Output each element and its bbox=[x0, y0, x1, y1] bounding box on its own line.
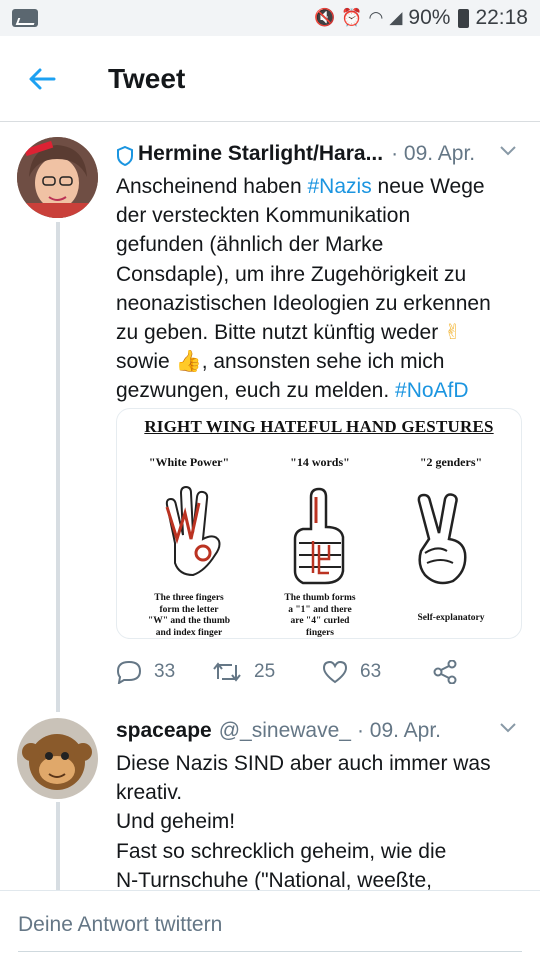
share-button[interactable] bbox=[432, 660, 470, 684]
display-name[interactable]: spaceape bbox=[116, 719, 212, 743]
text-line: gezwungen, euch zu melden. #NoAfD bbox=[116, 379, 469, 403]
tweet-meta: Hermine Starlight/Hara... · 09. Apr. bbox=[116, 139, 526, 169]
text-line: Und geheim! bbox=[116, 810, 236, 834]
gesture-caption: The thumb forms a "1" and there are "4" … bbox=[284, 593, 356, 638]
text-line: kreativ. bbox=[116, 781, 183, 805]
battery-icon bbox=[458, 8, 470, 28]
two-genders-hand-icon bbox=[417, 493, 467, 585]
text-line: Diese Nazis SIND aber auch immer was bbox=[116, 752, 491, 775]
hashtag-link[interactable]: #Nazis bbox=[308, 175, 372, 198]
tweet-date: · 09. Apr. bbox=[356, 719, 442, 742]
tweet-text: Anscheinend haben #Nazis neue Wege der v… bbox=[116, 172, 526, 406]
divider bbox=[18, 951, 522, 952]
tweet-meta: spaceape @_sinewave_ · 09. Apr. bbox=[116, 716, 526, 746]
display-name[interactable]: Hermine Starlight/Hara... bbox=[138, 142, 383, 166]
clock: 22:18 bbox=[475, 6, 528, 29]
status-bar: 🔇 ⏰ ◠ ◢ 90% 22:18 bbox=[0, 0, 540, 36]
gesture-label: "2 genders" bbox=[419, 455, 483, 469]
gesture-caption: Self-explanatory bbox=[417, 613, 485, 623]
heart-icon bbox=[322, 660, 348, 684]
white-power-hand-icon bbox=[165, 485, 221, 577]
tweet[interactable]: spaceape @_sinewave_ · 09. Apr. Diese Na… bbox=[0, 704, 540, 892]
like-button[interactable]: 63 bbox=[322, 660, 432, 684]
text-line: Consdaple), um ihre Zugehörigkeit zu bbox=[116, 262, 467, 286]
text-line: zu geben. Bitte nutzt künftig weder ✌ bbox=[116, 320, 462, 345]
battery-percent: 90% bbox=[408, 6, 451, 29]
gesture-caption: The three fingers form the letter "W" an… bbox=[147, 593, 231, 638]
text-line: sowie 👍, ansonsten sehe ich mich bbox=[116, 349, 445, 374]
chevron-down-icon[interactable] bbox=[500, 720, 516, 738]
avatar[interactable] bbox=[17, 718, 98, 799]
tweet-text: Diese Nazis SIND aber auch immer was kre… bbox=[116, 749, 526, 895]
app-header: Tweet bbox=[0, 36, 540, 122]
mute-icon: 🔇 bbox=[314, 8, 336, 27]
activity-app-icon bbox=[12, 9, 38, 27]
thread-line bbox=[56, 802, 60, 890]
text-line: neonazistischen Ideologien zu erkennen bbox=[116, 291, 491, 315]
text-line: gefunden (ähnlich der Marke bbox=[116, 233, 384, 257]
share-icon bbox=[433, 660, 457, 684]
fourteen-words-hand-icon bbox=[293, 487, 345, 585]
user-handle[interactable]: @_sinewave_ bbox=[219, 719, 351, 743]
reply-button[interactable]: 33 bbox=[116, 660, 212, 684]
victory-hand-emoji: ✌ bbox=[444, 320, 462, 345]
chevron-down-icon[interactable] bbox=[500, 143, 516, 161]
retweet-button[interactable]: 25 bbox=[212, 661, 322, 683]
hashtag-link[interactable]: #NoAfD bbox=[395, 379, 469, 402]
tweet-actions: 33 25 63 bbox=[116, 654, 516, 690]
tweet-image[interactable]: RIGHT WING HATEFUL HAND GESTURES "White … bbox=[116, 408, 522, 639]
like-count: 63 bbox=[360, 661, 382, 682]
retweet-icon bbox=[213, 662, 241, 682]
reply-count: 33 bbox=[154, 661, 176, 682]
retweet-count: 25 bbox=[254, 661, 276, 682]
gesture-label: "White Power" bbox=[148, 455, 230, 469]
tweet-date: · 09. Apr. bbox=[391, 142, 476, 165]
signal-icon: ◢ bbox=[389, 8, 403, 27]
avatar[interactable] bbox=[17, 137, 98, 218]
text-line: der versteckten Kommunikation bbox=[116, 204, 411, 228]
thread-line bbox=[56, 222, 60, 712]
image-title: RIGHT WING HATEFUL HAND GESTURES bbox=[144, 417, 494, 436]
reply-icon bbox=[116, 660, 142, 684]
reply-composer[interactable]: Deine Antwort twittern bbox=[0, 890, 540, 960]
reply-input[interactable]: Deine Antwort twittern bbox=[18, 913, 222, 937]
thumbs-up-emoji: 👍 bbox=[175, 349, 202, 374]
alarm-icon: ⏰ bbox=[341, 8, 363, 27]
text-line: Fast so schrecklich geheim, wie die bbox=[116, 839, 447, 863]
page-title: Tweet bbox=[108, 62, 186, 94]
shield-icon bbox=[117, 146, 133, 166]
wifi-icon: ◠ bbox=[368, 8, 384, 27]
gesture-label: "14 words" bbox=[290, 455, 350, 469]
text-line: Anscheinend haben #Nazis neue Wege bbox=[116, 175, 485, 198]
back-arrow-icon[interactable] bbox=[0, 36, 84, 122]
